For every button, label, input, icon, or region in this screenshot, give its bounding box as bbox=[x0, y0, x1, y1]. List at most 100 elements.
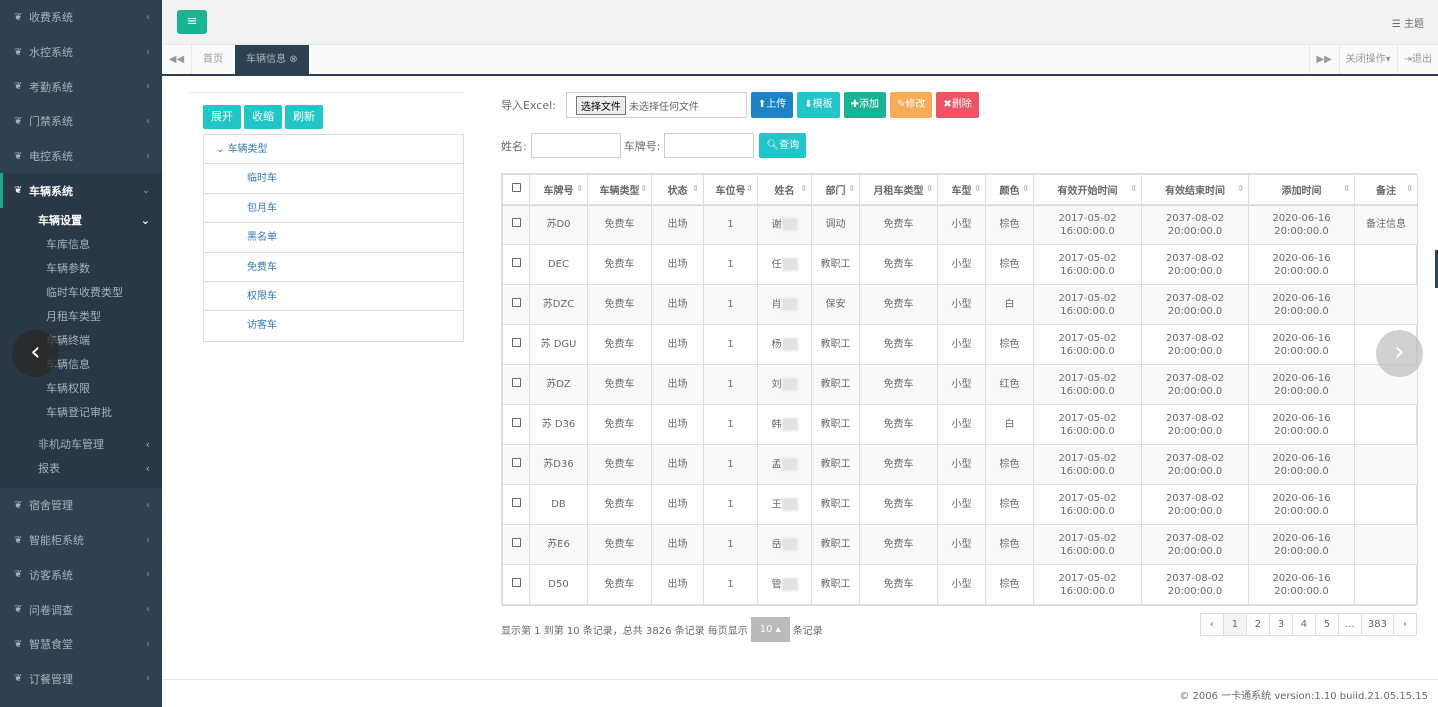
submenu-item[interactable]: 车辆权限 bbox=[0, 376, 162, 400]
checkbox[interactable] bbox=[511, 378, 521, 387]
file-input[interactable]: 选择文件 未选择任何文件 bbox=[565, 92, 747, 118]
row-checkbox-cell[interactable] bbox=[502, 284, 530, 325]
tab-home[interactable]: 首页 bbox=[192, 45, 234, 74]
column-header[interactable]: 颜色 ⇳ bbox=[985, 174, 1034, 206]
sidebar-item[interactable]: ❦ 水控系统 ‹ bbox=[0, 35, 162, 70]
column-header[interactable]: 车牌号 ⇳ bbox=[529, 174, 588, 206]
page-button[interactable]: 383 bbox=[1360, 613, 1394, 636]
submenu-item[interactable]: 临时车收费类型 bbox=[0, 280, 162, 304]
submenu-group[interactable]: 非机动车管理 ‹ bbox=[0, 432, 162, 456]
expand-button[interactable]: 展开 bbox=[203, 105, 241, 129]
column-header[interactable]: 车辆类型 ⇳ bbox=[587, 174, 652, 206]
table-row[interactable]: 苏 DGU 免费车 出场 1 杨教职工 免费车 小型 棕色 2017-05-02 16:00:0… bbox=[502, 324, 1418, 365]
row-checkbox-cell[interactable] bbox=[502, 364, 530, 405]
checkbox[interactable] bbox=[511, 578, 521, 587]
checkbox[interactable] bbox=[511, 338, 521, 347]
select-all-checkbox[interactable] bbox=[502, 174, 530, 206]
table-row[interactable]: DB 免费车 出场 1 王教职工 免费车 小型 棕色 2017-05-02 16:00:00.0… bbox=[502, 484, 1418, 525]
table-row[interactable]: 苏 D36 免费车 出场 1 韩教职工 免费车 小型白 2017-05-02 16:00:00… bbox=[502, 404, 1418, 445]
sidebar-item[interactable]: ❦ 考勤系统 ‹ bbox=[0, 69, 162, 104]
sidebar-item[interactable]: ❦ 车辆系统 ⌄ bbox=[0, 173, 162, 209]
tree-node[interactable]: 免费车 bbox=[204, 253, 463, 282]
menu-toggle-button[interactable]: ≡ bbox=[177, 10, 207, 34]
table-row[interactable]: D50 免费车 出场 1 管教职工 免费车 小型 棕色 2017-05-02 16:00:00.… bbox=[502, 564, 1418, 605]
row-checkbox-cell[interactable] bbox=[502, 244, 530, 285]
page-button[interactable]: 1 bbox=[1222, 613, 1247, 636]
row-checkbox-cell[interactable] bbox=[502, 564, 530, 605]
column-header[interactable]: 车型 ⇳ bbox=[937, 174, 986, 206]
name-input[interactable] bbox=[530, 133, 621, 158]
sidebar-item[interactable]: ❦ 问卷调查 ‹ bbox=[0, 592, 162, 627]
sidebar-item[interactable]: ❦ 门禁系统 ‹ bbox=[0, 104, 162, 139]
tree-node[interactable]: 访客车 bbox=[204, 311, 463, 340]
refresh-button[interactable]: 刷新 bbox=[285, 105, 323, 129]
checkbox[interactable] bbox=[511, 498, 521, 507]
page-size-dropdown[interactable]: 10 ▴ bbox=[750, 617, 790, 642]
column-header[interactable]: 状态 ⇳ bbox=[651, 174, 704, 206]
column-header[interactable]: 有效开始时间 ⇳ bbox=[1033, 174, 1142, 206]
tree-node[interactable]: 黑名单 bbox=[204, 223, 463, 253]
table-row[interactable]: 苏D36 免费车 出场 1 孟教职工 免费车 小型 棕色 2017-05-02 16:00:00… bbox=[502, 444, 1418, 485]
add-button[interactable]: ✚添加 bbox=[843, 92, 887, 118]
tree-node-root[interactable]: ⌄ 车辆类型 bbox=[204, 135, 463, 165]
table-row[interactable]: 苏DZ 免费车 出场 1 刘教职工 免费车 小型 红色 2017-05-02 16:00:00.… bbox=[502, 364, 1418, 405]
close-icon[interactable]: ⊗ bbox=[289, 54, 297, 65]
column-header[interactable]: 月租车类型 ⇳ bbox=[859, 174, 938, 206]
row-checkbox-cell[interactable] bbox=[502, 324, 530, 365]
table-row[interactable]: 苏DZC 免费车 出场 1 肖保安 免费车 小型白 2017-05-02 16:00:00.0… bbox=[502, 284, 1418, 325]
column-header[interactable]: 添加时间 ⇳ bbox=[1248, 174, 1355, 206]
checkbox[interactable] bbox=[511, 538, 521, 547]
page-button[interactable]: 3 bbox=[1268, 613, 1293, 636]
column-header[interactable]: 车位号 ⇳ bbox=[703, 174, 758, 206]
column-header[interactable]: 姓名 ⇳ bbox=[757, 174, 812, 206]
checkbox[interactable] bbox=[511, 258, 521, 267]
column-header[interactable]: 备注 ⇳ bbox=[1354, 174, 1418, 206]
sidebar-item[interactable]: ❦ 智能柜系统 ‹ bbox=[0, 523, 162, 558]
sidebar-item[interactable]: ❦ 订餐管理 ‹ bbox=[0, 662, 162, 697]
table-row[interactable]: 苏E6 免费车 出场 1 岳教职工 免费车 小型 棕色 2017-05-02 16:00:00.… bbox=[502, 524, 1418, 565]
row-checkbox-cell[interactable] bbox=[502, 404, 530, 445]
template-button[interactable]: ⬇模板 bbox=[797, 92, 840, 118]
theme-switch[interactable]: ☰ 主题 bbox=[1392, 15, 1424, 30]
tab-vehicle-info[interactable]: 车辆信息 ⊗ bbox=[235, 45, 309, 74]
table-row[interactable]: DEC 免费车 出场 1 任教职工 免费车 小型 棕色 2017-05-02 16:00:00.… bbox=[502, 244, 1418, 285]
tree-node[interactable]: 临时车 bbox=[204, 164, 463, 194]
logout-button[interactable]: ⇥退出 bbox=[1396, 45, 1438, 74]
choose-file-button[interactable]: 选择文件 bbox=[575, 95, 626, 115]
table-row[interactable]: 苏D0 免费车 出场 1 谢调动 免费车 小型 棕色 2017-05-02 16:00:00.0… bbox=[502, 204, 1418, 245]
sidebar-item[interactable]: ❦ 收费系统 ‹ bbox=[0, 0, 162, 35]
row-checkbox-cell[interactable] bbox=[502, 484, 530, 525]
tree-node[interactable]: 包月车 bbox=[204, 194, 463, 224]
checkbox[interactable] bbox=[511, 218, 521, 228]
plate-input[interactable] bbox=[664, 133, 755, 158]
column-header[interactable]: 部门 ⇳ bbox=[811, 174, 860, 206]
submenu-item[interactable]: 车辆参数 bbox=[0, 256, 162, 280]
collapse-button[interactable]: 收缩 bbox=[244, 105, 282, 129]
submenu-vehicle-settings[interactable]: 车辆设置 ⌄ bbox=[0, 208, 162, 232]
delete-button[interactable]: ✖删除 bbox=[936, 92, 979, 118]
checkbox[interactable] bbox=[511, 418, 521, 427]
column-header[interactable]: 有效结束时间 ⇳ bbox=[1141, 174, 1249, 206]
query-button[interactable]: 🔍︎查询 bbox=[759, 133, 807, 158]
sidebar-item[interactable]: ❦ 访客系统 ‹ bbox=[0, 558, 162, 593]
checkbox[interactable] bbox=[511, 298, 521, 307]
row-checkbox-cell[interactable] bbox=[502, 524, 530, 565]
upload-button[interactable]: ⬆上传 bbox=[750, 92, 794, 118]
tree-node[interactable]: 权限车 bbox=[204, 282, 463, 312]
row-checkbox-cell[interactable] bbox=[502, 204, 530, 245]
close-ops-dropdown[interactable]: 关闭操作▾ bbox=[1338, 45, 1397, 74]
page-button[interactable]: 5 bbox=[1314, 613, 1339, 636]
sidebar-item[interactable]: ❦ 智慧食堂 ‹ bbox=[0, 627, 162, 662]
sidebar-item[interactable]: ❦ 电控系统 ‹ bbox=[0, 139, 162, 174]
page-button[interactable]: 4 bbox=[1291, 613, 1316, 636]
prev-arrow-icon[interactable]: ‹ bbox=[12, 330, 59, 377]
row-checkbox-cell[interactable] bbox=[502, 444, 530, 485]
submenu-group[interactable]: 报表 ‹ bbox=[0, 456, 162, 480]
submenu-item[interactable]: 车库信息 bbox=[0, 232, 162, 256]
sidebar-item[interactable]: ❦ 宿舍管理 ‹ bbox=[0, 488, 162, 523]
checkbox[interactable] bbox=[511, 183, 521, 193]
tab-scroll-right-icon[interactable]: ▶▶ bbox=[1308, 45, 1339, 74]
edit-button[interactable]: ✎修改 bbox=[890, 92, 933, 118]
next-arrow-icon[interactable]: › bbox=[1376, 330, 1423, 377]
page-button[interactable]: 2 bbox=[1245, 613, 1270, 636]
